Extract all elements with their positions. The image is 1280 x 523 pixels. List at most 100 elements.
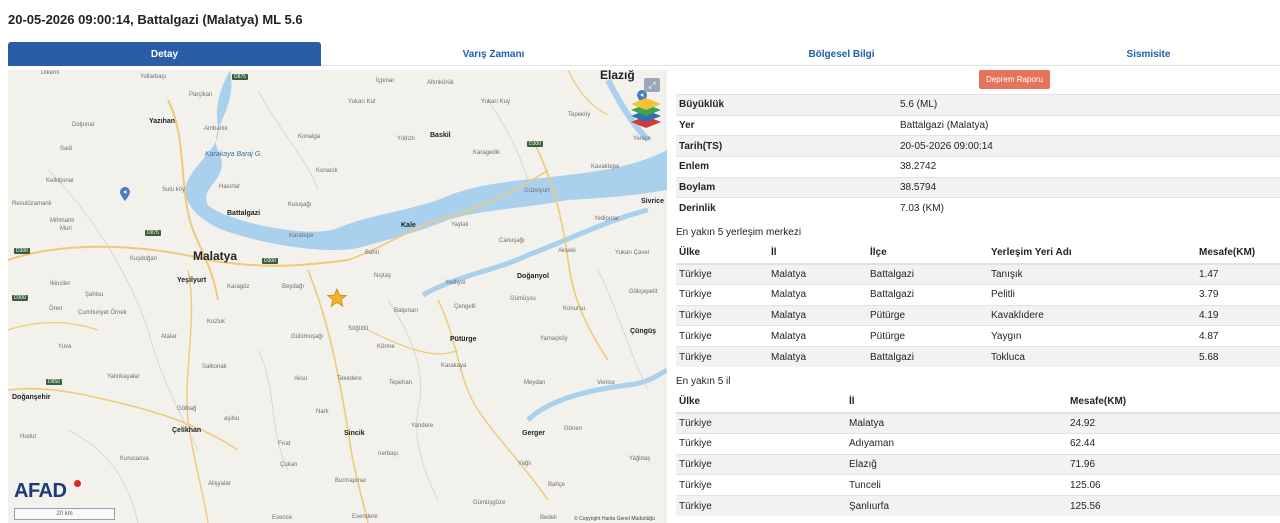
map-label-kale: Kale xyxy=(401,222,416,229)
map-label-firat: Fırat xyxy=(278,441,291,447)
table-row: Türkiye Malatya Battalgazi Pelitli 3.79 xyxy=(676,283,1280,306)
road-marker-d300-north: D300 xyxy=(527,141,543,147)
epicenter-star-icon[interactable] xyxy=(327,288,347,308)
earthquake-info-table: Büyüklük 5.6 (ML) Yer Battalgazi (Malatya)… xyxy=(676,94,1280,219)
table-row: Tarih(TS) 20-05-2026 09:00:14 xyxy=(676,135,1280,157)
cell-country: Türkiye xyxy=(676,453,846,475)
map-label-dogansehir: Doğanşehir xyxy=(12,394,51,401)
cell-country: Türkiye xyxy=(676,432,846,455)
map-label-yukari-kul: Yukarı Kul xyxy=(348,99,376,105)
column-header: İl xyxy=(846,392,1067,414)
cell-province: Adıyaman xyxy=(846,432,1067,455)
info-key: Yer xyxy=(676,114,897,136)
map-label-yamackoy: Yamaçköy xyxy=(540,336,568,342)
map-label-sulukoy: Sulu köy xyxy=(162,187,186,193)
table-row: Türkiye Tunceli 125.06 xyxy=(676,474,1280,496)
map-label-narli: Narlı xyxy=(316,409,329,415)
table-row: Türkiye Adıyaman 62.44 xyxy=(676,432,1280,455)
table-row: Boylam 38.5794 xyxy=(676,176,1280,198)
cell-settlement: Tanışık xyxy=(988,263,1196,285)
map-label-yildizli: Yıldızlı xyxy=(397,136,416,142)
cell-distance: 4.87 xyxy=(1196,325,1280,347)
provinces-table: Ülke İl Mesafe(KM) Türkiye Malatya 24.92 T… xyxy=(676,392,1280,517)
info-key: Tarih(TS) xyxy=(676,135,897,157)
map-label-ambarlik: Ambarlık xyxy=(204,126,228,132)
map-label-aksu: Aksu xyxy=(294,376,308,382)
map-label-kusdogan: Kuşdoğan xyxy=(130,256,158,262)
map-label-cungus: Çüngüş xyxy=(630,328,657,335)
table-row: Enlem 38.2742 xyxy=(676,156,1280,178)
table-row: Türkiye Malatya Battalgazi Tokluca 5.68 xyxy=(676,345,1280,368)
layers-icon[interactable] xyxy=(629,96,663,130)
map-label-puturge: Pütürge xyxy=(450,336,477,343)
map-label-dikenli: Dikenli xyxy=(41,70,60,76)
road-marker-d875-south: D875 xyxy=(145,230,161,236)
cell-district: Battalgazi xyxy=(867,263,988,285)
cell-distance: 1.47 xyxy=(1196,263,1280,285)
road-marker-d300-west: D300 xyxy=(14,248,30,254)
map-label-yollarbasi: Yollarbaşı xyxy=(140,74,167,80)
airport-icon xyxy=(120,187,130,201)
tab-varis-zamani[interactable]: Varış Zamanı xyxy=(321,42,666,66)
map-label-yukari-kuy: Yukarı Kuy xyxy=(481,99,511,105)
tab-detay[interactable]: Detay xyxy=(8,42,321,66)
tab-sismisite[interactable]: Sismisite xyxy=(1017,42,1280,66)
map-label-sahisu: Şahisu xyxy=(85,292,104,298)
tab-bolgesel-bilgi[interactable]: Bölgesel Bilgi xyxy=(666,42,1017,66)
info-value: 38.5794 xyxy=(897,176,1280,198)
map-label-mihmanli: Mihmanlı xyxy=(50,218,75,224)
map-label-cengelli: Çengelli xyxy=(454,304,476,310)
earthquake-map[interactable]: Dikenli Yollarbaşı İçpınar Altınkürük Yu… xyxy=(8,70,667,523)
map-label-gulumusagi: Gülümuşağı xyxy=(291,334,324,340)
cell-province: Malatya xyxy=(768,325,867,347)
map-copyright: © Copyright Harita Genel Müdürlüğü xyxy=(574,516,655,522)
table-row: Büyüklük 5.6 (ML) xyxy=(676,94,1280,116)
cell-country: Türkiye xyxy=(676,263,768,285)
road-marker-d875: D875 xyxy=(232,74,248,80)
map-label-nistas: Nıştaş xyxy=(374,273,392,279)
report-button[interactable]: Deprem Raporu xyxy=(979,70,1050,89)
cell-settlement: Kavaklıdere xyxy=(988,304,1196,326)
column-header: Ülke xyxy=(676,243,768,265)
map-label-sincik: Sincik xyxy=(344,430,365,437)
table-row: Derinlik 7.03 (KM) xyxy=(676,197,1280,219)
column-header: Yerleşim Yeri Adı xyxy=(988,243,1196,265)
map-label-hudut: Hudut xyxy=(20,434,37,440)
cell-province: Malatya xyxy=(768,263,867,285)
map-label-kavaktepe: Kavaktepe xyxy=(591,164,620,170)
cell-province: Elazığ xyxy=(846,453,1067,475)
table-row: Türkiye Malatya Battalgazi Tanışık 1.47 xyxy=(676,263,1280,285)
info-value: Battalgazi (Malatya) xyxy=(897,114,1280,136)
column-header: İlçe xyxy=(867,243,988,265)
map-label-gumussu: Gümüşsu xyxy=(510,296,536,302)
map-label-yaglitas: Yağlıtaş xyxy=(629,456,651,462)
table-row: Yer Battalgazi (Malatya) xyxy=(676,114,1280,136)
map-label-oren: Ören xyxy=(49,306,63,312)
map-label-cumhuriyet: Cumhuriyet Örnek xyxy=(78,310,127,316)
map-label-icpinar: İçpınar xyxy=(376,78,395,84)
map-label-kelkilpinar: Kelkilpınar xyxy=(46,178,75,184)
map-label-beydagi: Beydağı xyxy=(282,284,305,290)
map-label-gumusgoze: Gümüşgöze xyxy=(473,500,506,506)
cell-district: Battalgazi xyxy=(867,345,988,368)
info-key: Enlem xyxy=(676,156,897,178)
table-row: Türkiye Malatya Pütürge Yaygın 4.87 xyxy=(676,325,1280,347)
map-label-balpinari: Balpınarı xyxy=(394,308,419,314)
map-label-cukan: Çukan xyxy=(280,462,298,468)
map-label-gokcepelit: Gökçepelit xyxy=(629,289,658,295)
map-label-ikinciler: İkinciler xyxy=(50,281,71,287)
cell-country: Türkiye xyxy=(676,304,768,326)
map-label-bedeli: Bedeli xyxy=(540,515,557,521)
cell-distance: 125.56 xyxy=(1067,494,1280,517)
road-marker-d300-left: D300 xyxy=(12,295,28,301)
map-label-muri: Muri xyxy=(60,226,72,232)
cell-settlement: Tokluca xyxy=(988,345,1196,368)
cell-distance: 125.06 xyxy=(1067,474,1280,496)
column-header: Ülke xyxy=(676,392,846,414)
cell-district: Battalgazi xyxy=(867,283,988,306)
map-label-karatepe: Karatepe xyxy=(289,233,314,239)
fullscreen-icon[interactable]: ⤢ xyxy=(644,78,660,92)
map-label-yalinkayalar: Yalınkayalar xyxy=(107,374,140,380)
info-key: Boylam xyxy=(676,176,897,198)
map-label-salkonak: Salkonak xyxy=(202,364,227,370)
